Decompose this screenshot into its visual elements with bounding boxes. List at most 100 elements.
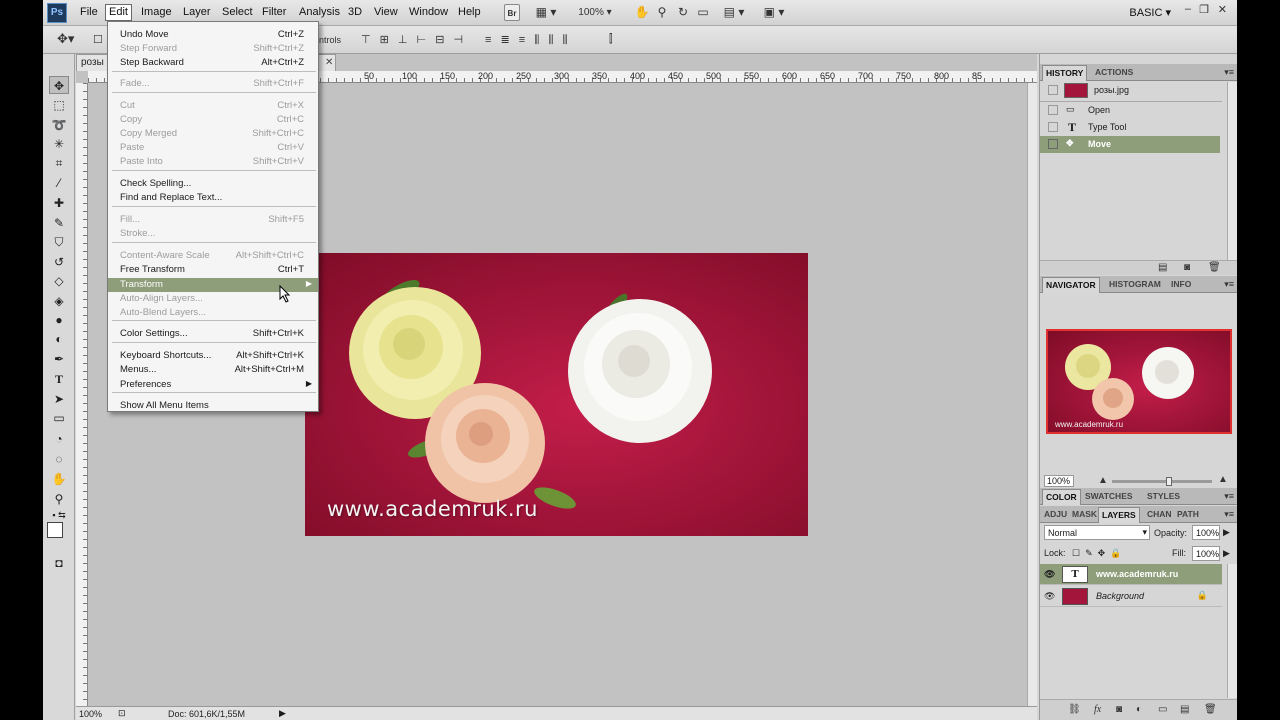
edit-menu-item[interactable]: Menus... Alt+Shift+Ctrl+M (108, 363, 318, 377)
crop-tool-icon[interactable]: ⌗ (49, 154, 69, 172)
tab-styles[interactable]: STYLES (1144, 491, 1183, 501)
layer-name[interactable]: www.academruk.ru (1096, 569, 1178, 579)
close-icon[interactable]: ✕ (1218, 3, 1227, 16)
history-brush-tool-icon[interactable]: ↺ (49, 253, 69, 271)
history-state-selected[interactable]: ✥ Move (1040, 136, 1220, 153)
lasso-tool-icon[interactable]: ➰ (49, 116, 69, 134)
status-zoom[interactable]: 100% (79, 709, 102, 719)
history-panel-menu-icon[interactable]: ▾≡ (1224, 67, 1234, 78)
restore-icon[interactable]: ❐ (1199, 3, 1209, 16)
clone-stamp-tool-icon[interactable]: ⛉ (49, 233, 69, 251)
path-selection-tool-icon[interactable]: ➤ (49, 390, 69, 408)
tab-histogram[interactable]: HISTOGRAM (1106, 279, 1164, 289)
history-source-checkbox[interactable] (1048, 139, 1058, 149)
distribute-buttons-icon[interactable]: ≡ ≣ ≡ ⫼ ⫼ ⫼ (485, 33, 571, 47)
layer-visibility-eye-icon[interactable]: 👁 (1044, 569, 1055, 580)
menu-view[interactable]: View (371, 6, 401, 18)
edit-menu-item[interactable]: Keyboard Shortcuts... Alt+Shift+Ctrl+K (108, 349, 318, 363)
layer-name[interactable]: Background (1096, 591, 1144, 601)
edit-menu-item[interactable]: Color Settings... Shift+Ctrl+K (108, 327, 318, 341)
new-layer-icon[interactable]: ▤ (1180, 704, 1189, 715)
screen-mode-icon[interactable]: ▣ ▾ (759, 4, 789, 21)
ruler-view-icon[interactable]: ▭ (695, 4, 711, 21)
new-group-icon[interactable]: ▭ (1158, 704, 1167, 715)
menu-3d[interactable]: 3D (345, 6, 365, 18)
link-layers-icon[interactable]: ⛓ (1068, 704, 1081, 715)
new-document-from-state-icon[interactable]: ▤ (1158, 262, 1167, 273)
type-tool-icon[interactable]: T (49, 370, 69, 388)
layers-scrollbar[interactable] (1227, 564, 1237, 698)
status-info-icon[interactable]: ⊡ (118, 708, 126, 719)
tab-layers[interactable]: LAYERS (1098, 507, 1140, 523)
color-panel-menu-icon[interactable]: ▾≡ (1224, 491, 1234, 502)
edit-menu-item[interactable]: Step Backward Alt+Ctrl+Z (108, 56, 318, 70)
edit-menu-item[interactable]: Check Spelling... (108, 177, 318, 191)
navigator-preview[interactable]: www.academruk.ru (1046, 329, 1232, 434)
paint-bucket-tool-icon[interactable]: ◈ (49, 292, 69, 310)
minimize-icon[interactable]: – (1185, 3, 1191, 15)
layer-row-text[interactable]: 👁 T www.academruk.ru (1040, 564, 1222, 585)
tab-masks[interactable]: MASK (1069, 509, 1100, 519)
edit-menu-item[interactable]: Show All Menu Items (108, 399, 318, 413)
menu-select[interactable]: Select (219, 6, 256, 18)
menu-window[interactable]: Window (406, 6, 451, 18)
history-snapshot[interactable]: розы.jpg (1040, 82, 1220, 99)
zoom-out-icon[interactable]: ▲ (1098, 475, 1108, 486)
auto-select-checkbox[interactable]: ☐ (93, 33, 103, 46)
layer-style-icon[interactable]: fx (1094, 704, 1101, 715)
layer-row-background[interactable]: 👁 Background 🔒 (1040, 586, 1222, 607)
history-state[interactable]: ▭ Open (1040, 102, 1220, 119)
screen-layout-icon[interactable]: ▦ ▾ (533, 4, 559, 21)
history-scrollbar[interactable] (1227, 82, 1237, 260)
eraser-tool-icon[interactable]: ◇ (49, 272, 69, 290)
fill-arrow-icon[interactable]: ▶ (1223, 548, 1230, 559)
menu-file[interactable]: File (77, 6, 101, 18)
tab-navigator[interactable]: NAVIGATOR (1042, 277, 1100, 293)
3d-rotate-tool-icon[interactable]: ◔ (49, 430, 69, 448)
blend-mode-select[interactable]: Normal ▾ (1044, 525, 1150, 540)
new-snapshot-icon[interactable]: ◙ (1184, 262, 1190, 273)
arrange-documents-icon[interactable]: ▤ ▾ (719, 4, 749, 21)
zoom-tool-icon[interactable]: ⚲ (654, 4, 670, 21)
opacity-field[interactable]: 100% (1192, 525, 1220, 540)
healing-brush-tool-icon[interactable]: ✚ (49, 194, 69, 212)
menu-image[interactable]: Image (138, 6, 175, 18)
lock-buttons-icon[interactable]: ☐✎✥🔒 (1072, 548, 1126, 559)
auto-align-icon[interactable]: ⫿ (609, 33, 613, 46)
tab-paths[interactable]: PATH (1174, 509, 1202, 519)
align-buttons-icon[interactable]: ⊤ ⊞ ⊥ ⊢ ⊟ ⊣ (361, 33, 466, 46)
hand-tool-icon[interactable]: ✋ (634, 4, 650, 21)
menu-edit[interactable]: Edit (105, 4, 132, 21)
menu-filter[interactable]: Filter (259, 6, 289, 18)
navigator-zoom-knob[interactable] (1166, 477, 1172, 486)
tab-channels[interactable]: CHAN (1144, 509, 1175, 519)
delete-state-icon[interactable]: 🗑 (1208, 262, 1221, 273)
navigator-zoom-slider[interactable] (1112, 477, 1212, 486)
bridge-button[interactable]: Br (504, 4, 520, 21)
3d-orbit-tool-icon[interactable]: ◌ (49, 450, 69, 468)
pen-tool-icon[interactable]: ✒ (49, 350, 69, 368)
zoom-in-icon[interactable]: ▲ (1218, 474, 1228, 485)
history-state[interactable]: T Type Tool (1040, 119, 1220, 136)
blur-tool-icon[interactable]: ● (49, 311, 69, 329)
foreground-color-swatch[interactable] (47, 522, 63, 538)
shape-tool-icon[interactable]: ▭ (49, 409, 69, 427)
navigator-panel-menu-icon[interactable]: ▾≡ (1224, 279, 1234, 290)
move-tool-icon[interactable]: ✥ (49, 76, 69, 94)
vertical-scrollbar[interactable] (1027, 83, 1037, 706)
move-tool-preset-icon[interactable]: ✥▾ (57, 31, 74, 47)
layer-visibility-eye-icon[interactable]: 👁 (1044, 591, 1055, 602)
layers-panel-menu-icon[interactable]: ▾≡ (1224, 509, 1234, 520)
edit-menu-item[interactable]: Undo Move Ctrl+Z (108, 28, 318, 42)
marquee-tool-icon[interactable]: ⬚ (49, 96, 69, 114)
dodge-tool-icon[interactable]: ◐ (49, 330, 69, 348)
edit-menu-item[interactable]: Free Transform Ctrl+T (108, 263, 318, 277)
opacity-arrow-icon[interactable]: ▶ (1223, 527, 1230, 538)
add-mask-icon[interactable]: ◙ (1116, 704, 1122, 715)
tab-swatches[interactable]: SWATCHES (1082, 491, 1136, 501)
history-source-checkbox[interactable] (1048, 85, 1058, 95)
history-source-checkbox[interactable] (1048, 105, 1058, 115)
menu-layer[interactable]: Layer (180, 6, 214, 18)
fill-field[interactable]: 100% (1192, 546, 1220, 561)
brush-tool-icon[interactable]: ✎ (49, 214, 69, 232)
